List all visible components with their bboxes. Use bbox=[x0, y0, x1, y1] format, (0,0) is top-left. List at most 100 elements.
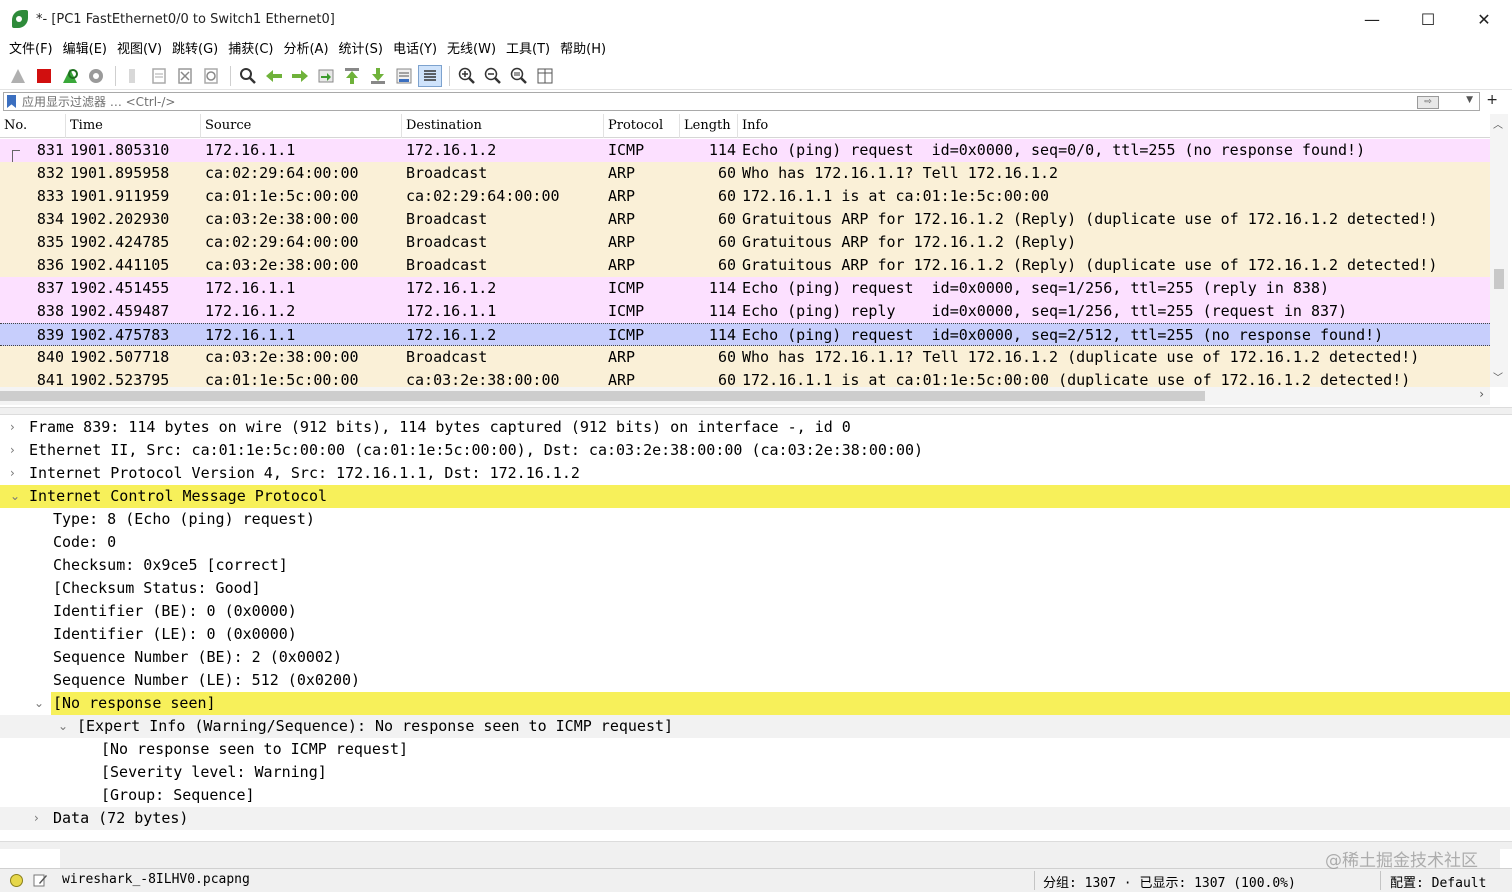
detail-tree-item[interactable]: › Frame 839: 114 bytes on wire (912 bits)… bbox=[0, 416, 1510, 439]
expand-arrow-icon[interactable]: › bbox=[10, 416, 15, 439]
column-header-destination[interactable]: Destination bbox=[402, 114, 604, 138]
column-header-protocol[interactable]: Protocol bbox=[604, 114, 680, 138]
detail-tree-item[interactable]: › Data (72 bytes) bbox=[0, 807, 1510, 830]
menu-analyze[interactable]: 分析(A) bbox=[278, 38, 333, 62]
colorize-icon[interactable] bbox=[418, 64, 442, 87]
scroll-down-icon[interactable]: ﹀ bbox=[1493, 369, 1503, 384]
collapse-arrow-icon[interactable]: ⌄ bbox=[58, 715, 68, 738]
menu-capture[interactable]: 捕获(C) bbox=[223, 38, 278, 62]
menu-tools[interactable]: 工具(T) bbox=[501, 38, 555, 62]
packet-row[interactable]: 839 1902.475783 172.16.1.1 172.16.1.2 ICMP 11… bbox=[0, 323, 1490, 346]
packet-cell-len: 60 bbox=[717, 164, 736, 182]
open-file-icon[interactable] bbox=[121, 65, 145, 87]
bookmark-icon[interactable] bbox=[7, 95, 16, 108]
menu-telephony[interactable]: 电话(Y) bbox=[388, 38, 442, 62]
filter-dropdown-icon[interactable]: ▼ bbox=[1466, 95, 1473, 105]
column-header-length[interactable]: Length bbox=[680, 114, 738, 138]
detail-tree-item[interactable]: ⌄ Internet Control Message Protocol bbox=[0, 485, 1510, 508]
restart-capture-icon[interactable] bbox=[58, 65, 82, 87]
packet-row[interactable]: 831 1901.805310 172.16.1.1 172.16.1.2 ICMP 11… bbox=[0, 139, 1490, 162]
menu-statistics[interactable]: 统计(S) bbox=[334, 38, 388, 62]
zoom-out-icon[interactable] bbox=[481, 65, 505, 87]
resize-columns-icon[interactable] bbox=[533, 65, 557, 87]
go-last-packet-icon[interactable] bbox=[366, 65, 390, 87]
close-file-icon[interactable] bbox=[173, 65, 197, 87]
packet-list-horizontal-scrollbar[interactable]: › bbox=[0, 387, 1490, 405]
collapse-arrow-icon[interactable]: ⌄ bbox=[10, 485, 20, 508]
zoom-in-icon[interactable] bbox=[455, 65, 479, 87]
column-header-source[interactable]: Source bbox=[201, 114, 402, 138]
status-divider bbox=[1034, 871, 1035, 890]
detail-tree-item[interactable]: [No response seen to ICMP request] bbox=[0, 738, 1510, 761]
normal-size-icon[interactable] bbox=[507, 65, 531, 87]
stop-capture-icon[interactable] bbox=[32, 65, 56, 87]
find-packet-icon[interactable] bbox=[236, 65, 260, 87]
detail-tree-item[interactable]: Identifier (LE): 0 (0x0000) bbox=[0, 623, 1510, 646]
collapse-arrow-icon[interactable]: ⌄ bbox=[34, 692, 44, 715]
scroll-up-icon[interactable]: ︿ bbox=[1493, 116, 1503, 131]
packet-list-vertical-scrollbar[interactable]: ︿ ﹀ bbox=[1490, 114, 1508, 387]
pane-splitter[interactable] bbox=[0, 841, 1512, 849]
column-header-time[interactable]: Time bbox=[66, 114, 201, 138]
detail-tree-item[interactable]: ⌄ [No response seen] bbox=[0, 692, 1510, 715]
go-to-packet-icon[interactable] bbox=[314, 65, 338, 87]
expert-info-led-icon[interactable] bbox=[10, 874, 23, 887]
detail-tree-item[interactable]: Type: 8 (Echo (ping) request) bbox=[0, 508, 1510, 531]
detail-tree-item[interactable]: Identifier (BE): 0 (0x0000) bbox=[0, 600, 1510, 623]
menu-go[interactable]: 跳转(G) bbox=[167, 38, 223, 62]
expand-arrow-icon[interactable]: › bbox=[10, 462, 15, 485]
detail-tree-item[interactable]: [Group: Sequence] bbox=[0, 784, 1510, 807]
packet-cell-info: Echo (ping) reply id=0x0000, seq=1/256, … bbox=[742, 302, 1348, 320]
scroll-thumb[interactable] bbox=[1494, 269, 1504, 289]
apply-filter-icon[interactable]: ⇨ bbox=[1417, 96, 1439, 109]
packet-row[interactable]: 837 1902.451455 172.16.1.1 172.16.1.2 ICMP 11… bbox=[0, 277, 1490, 300]
detail-tree-item[interactable]: Checksum: 0x9ce5 [correct] bbox=[0, 554, 1510, 577]
detail-tree-item[interactable]: Sequence Number (LE): 512 (0x0200) bbox=[0, 669, 1510, 692]
detail-tree-item[interactable]: Sequence Number (BE): 2 (0x0002) bbox=[0, 646, 1510, 669]
packet-row[interactable]: 840 1902.507718 ca:03:2e:38:00:00 Broadcast… bbox=[0, 346, 1490, 369]
display-filter-input[interactable]: 应用显示过滤器 … <Ctrl-/> ⇨ ▼ bbox=[3, 92, 1480, 111]
configuration-profile[interactable]: 配置: Default bbox=[1390, 872, 1486, 891]
detail-tree-item[interactable]: Code: 0 bbox=[0, 531, 1510, 554]
detail-tree-item[interactable]: › Ethernet II, Src: ca:01:1e:5c:00:00 (ca… bbox=[0, 439, 1510, 462]
menu-file[interactable]: 文件(F) bbox=[4, 38, 58, 62]
menu-help[interactable]: 帮助(H) bbox=[555, 38, 611, 62]
packet-row[interactable]: 838 1902.459487 172.16.1.2 172.16.1.1 ICMP 11… bbox=[0, 300, 1490, 323]
pane-splitter[interactable] bbox=[0, 407, 1512, 415]
detail-tree-item[interactable]: › Internet Protocol Version 4, Src: 172.1… bbox=[0, 462, 1510, 485]
close-button[interactable]: ✕ bbox=[1456, 0, 1512, 38]
scroll-right-icon[interactable]: › bbox=[1479, 387, 1484, 401]
packet-list-header: No. Time Source Destination Protocol Len… bbox=[0, 114, 1490, 138]
detail-tree-item[interactable]: ⌄ [Expert Info (Warning/Sequence): No res… bbox=[0, 715, 1510, 738]
go-first-packet-icon[interactable] bbox=[340, 65, 364, 87]
auto-scroll-icon[interactable] bbox=[392, 65, 416, 87]
packet-cell-time: 1902.451455 bbox=[70, 279, 170, 297]
expand-arrow-icon[interactable]: › bbox=[10, 439, 15, 462]
reload-file-icon[interactable] bbox=[199, 65, 223, 87]
packet-row[interactable]: 833 1901.911959 ca:01:1e:5c:00:00 ca:02:29:… bbox=[0, 185, 1490, 208]
toolbar-separator bbox=[115, 65, 116, 86]
capture-options-icon[interactable] bbox=[84, 65, 108, 87]
menu-view[interactable]: 视图(V) bbox=[112, 38, 167, 62]
add-filter-button[interactable]: + bbox=[1486, 92, 1498, 108]
detail-tree-item[interactable]: [Severity level: Warning] bbox=[0, 761, 1510, 784]
packet-row[interactable]: 835 1902.424785 ca:02:29:64:00:00 Broadcast… bbox=[0, 231, 1490, 254]
start-capture-icon[interactable] bbox=[6, 65, 30, 87]
packet-row[interactable]: 832 1901.895958 ca:02:29:64:00:00 Broadcast… bbox=[0, 162, 1490, 185]
minimize-button[interactable]: — bbox=[1344, 0, 1400, 38]
packet-row[interactable]: 834 1902.202930 ca:03:2e:38:00:00 Broadcast… bbox=[0, 208, 1490, 231]
expand-arrow-icon[interactable]: › bbox=[34, 807, 39, 830]
packet-row[interactable]: 836 1902.441105 ca:03:2e:38:00:00 Broadcast… bbox=[0, 254, 1490, 277]
maximize-button[interactable]: ☐ bbox=[1400, 0, 1456, 38]
packet-cell-no: 831 bbox=[36, 141, 64, 159]
detail-tree-item[interactable]: [Checksum Status: Good] bbox=[0, 577, 1510, 600]
scroll-thumb[interactable] bbox=[0, 391, 1205, 401]
go-back-icon[interactable] bbox=[262, 65, 286, 87]
column-header-no[interactable]: No. bbox=[0, 114, 66, 138]
save-file-icon[interactable] bbox=[147, 65, 171, 87]
column-header-info[interactable]: Info bbox=[738, 114, 1490, 138]
capture-comment-icon[interactable] bbox=[32, 872, 48, 888]
go-forward-icon[interactable] bbox=[288, 65, 312, 87]
menu-edit[interactable]: 编辑(E) bbox=[58, 38, 112, 62]
menu-wireless[interactable]: 无线(W) bbox=[442, 38, 501, 62]
